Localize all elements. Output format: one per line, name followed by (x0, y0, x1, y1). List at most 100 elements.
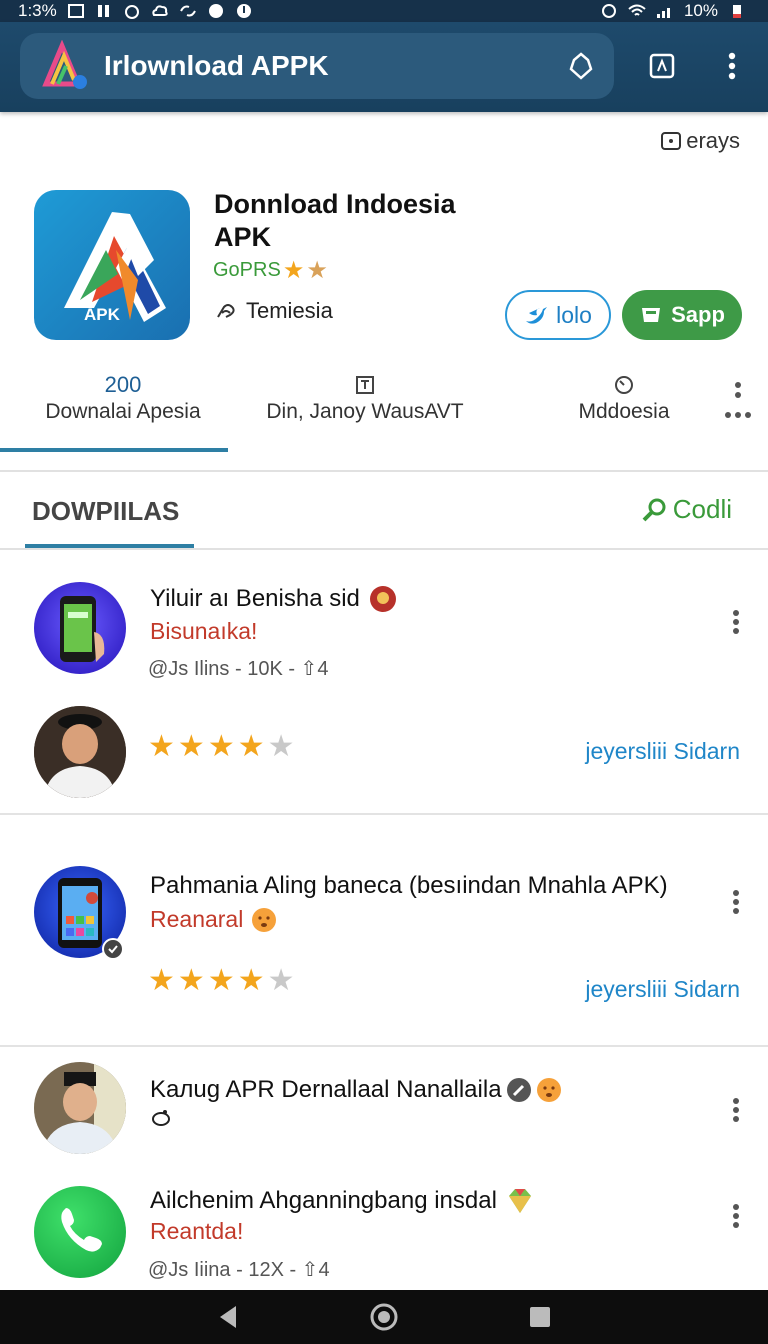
star-icon: ★ (148, 730, 175, 763)
gauge-icon (560, 372, 688, 398)
developer-name: Temiesia (246, 298, 333, 323)
app-rating: GoPRS ★ ★ (213, 256, 328, 285)
list-item-meta: @Js Iiina - 12X - ⇧4 (148, 1259, 330, 1281)
emoji-icon (252, 907, 277, 932)
phone-call-icon (61, 1208, 102, 1252)
top-meta-label: erays (686, 128, 740, 153)
back-icon (220, 1306, 236, 1328)
status-bar: 1:3% 10% (0, 0, 768, 22)
avatar[interactable] (34, 582, 126, 674)
stat-downloads-count: 200 (104, 372, 142, 397)
section-header: DOWPIILAS Codli (0, 472, 768, 550)
stat-region[interactable]: Mddoesia (560, 372, 688, 424)
url-bar[interactable]: Irlownload APPK (20, 33, 614, 99)
battery-icon (728, 2, 746, 20)
item-title-text: Kaлug APR Dernallaal Nanallaila (150, 1076, 502, 1103)
home-icon (370, 1303, 398, 1331)
install-button[interactable]: Sapp (622, 290, 742, 340)
active-tab-indicator (0, 448, 228, 452)
status-right: 10% (600, 1, 746, 21)
item-menu-icon[interactable] (726, 884, 746, 920)
item-link[interactable]: jeyersliii Sidarn (585, 738, 740, 765)
verified-badge-icon (102, 938, 124, 960)
emoji-icon (536, 1078, 561, 1102)
notification-icon (67, 2, 85, 20)
recents-icon (530, 1307, 550, 1327)
overflow-menu-button[interactable] (712, 46, 752, 86)
more-icon (725, 382, 751, 418)
avatar[interactable] (34, 706, 126, 798)
gem-icon (508, 1189, 531, 1213)
recents-button[interactable] (522, 1299, 558, 1335)
avatar[interactable] (34, 1062, 126, 1154)
avatar[interactable] (34, 1186, 126, 1278)
link-icon (217, 304, 235, 318)
star-icon: ★ (148, 964, 175, 997)
divider (0, 813, 768, 815)
star-icon: ★ (177, 730, 205, 763)
avatar[interactable] (34, 866, 126, 960)
section-action-button[interactable]: Codli (641, 494, 732, 525)
wifi-icon (628, 2, 646, 20)
status-left: 1:3% (18, 1, 253, 21)
data-saver-icon (600, 2, 618, 20)
item-title-text: Yiluir aı Benisha sid (150, 585, 360, 612)
list-item-title[interactable]: Ailchenim Ahganningbang insdal (150, 1186, 535, 1216)
stat-downloads[interactable]: 200 Downalai Apesia (28, 372, 218, 424)
bookmark-icon[interactable] (566, 51, 596, 81)
item-menu-icon[interactable] (726, 604, 746, 640)
bird-icon (526, 307, 548, 324)
list-item-title[interactable]: Pahmania Aling baneca (besıindan Mnahla … (150, 872, 668, 900)
star-icon: ★ (237, 730, 265, 763)
divider (0, 1045, 768, 1047)
rating-stars: ★ ★ ★ ★ ★ (148, 966, 295, 996)
tabs-icon (649, 53, 675, 79)
app-name: Donnload Indoesia APK (214, 189, 456, 252)
list-item-subtitle: Reanaral (150, 906, 277, 933)
item-subtitle-text: Reanaral (150, 906, 244, 932)
person-avatar-icon (34, 1062, 126, 1154)
rating-stars: ★ ★ ★ ★ ★ (148, 732, 295, 762)
item-menu-icon[interactable] (726, 1198, 746, 1234)
list-item-title[interactable]: Kaлug APR Dernallaal Nanallaila (150, 1076, 562, 1104)
home-button[interactable] (366, 1299, 402, 1335)
section-title[interactable]: DOWPIILAS (32, 496, 179, 527)
stat-downloads-label: Downalai Apesia (45, 400, 201, 423)
stat-info[interactable]: Din, Janoy WausAVT (250, 372, 480, 424)
app-bar-title: Irlownload APPK (104, 50, 329, 81)
top-meta[interactable]: erays (660, 128, 740, 154)
star-icon: ★ (207, 964, 235, 997)
sync-icon (179, 2, 197, 20)
stats-more-button[interactable] (722, 378, 754, 428)
emoji-icon (369, 586, 396, 612)
alarm-icon (123, 2, 141, 20)
twitter-share-button[interactable]: lolo (505, 290, 611, 340)
info-icon (250, 372, 480, 398)
media-icon (95, 2, 113, 20)
list-item-subtitle: Reantda! (150, 1218, 244, 1244)
item-link[interactable]: jeyersliii Sidarn (585, 976, 740, 1003)
list-item-title[interactable]: Yiluir aı Benisha sid (150, 584, 398, 614)
item-menu-icon[interactable] (726, 1092, 746, 1128)
tabs-button[interactable] (642, 46, 682, 86)
section-tab-indicator (25, 544, 194, 548)
app-bar: Irlownload APPK (0, 22, 768, 112)
section-action-label: Codli (672, 494, 732, 524)
signal-icon (656, 2, 674, 20)
app-icon: APK (34, 190, 190, 340)
star-icon: ★ (267, 964, 295, 997)
phone-image-icon (60, 596, 105, 662)
bag-icon (642, 308, 661, 322)
folder-icon (661, 132, 682, 150)
star-icon: ★ (177, 964, 205, 997)
shield-icon (207, 2, 225, 20)
svg-text:APK: APK (84, 305, 121, 324)
rating-label: GoPRS (213, 259, 281, 281)
star-icon: ★ (237, 964, 265, 997)
app-developer[interactable]: Temiesia (214, 298, 333, 324)
back-button[interactable] (210, 1299, 246, 1335)
download-status-icon (235, 2, 253, 20)
star-icon: ★ (282, 257, 305, 284)
stats-tabs: 200 Downalai Apesia Din, Janoy WausAVT M… (0, 362, 768, 472)
star-icon: ★ (306, 257, 328, 284)
